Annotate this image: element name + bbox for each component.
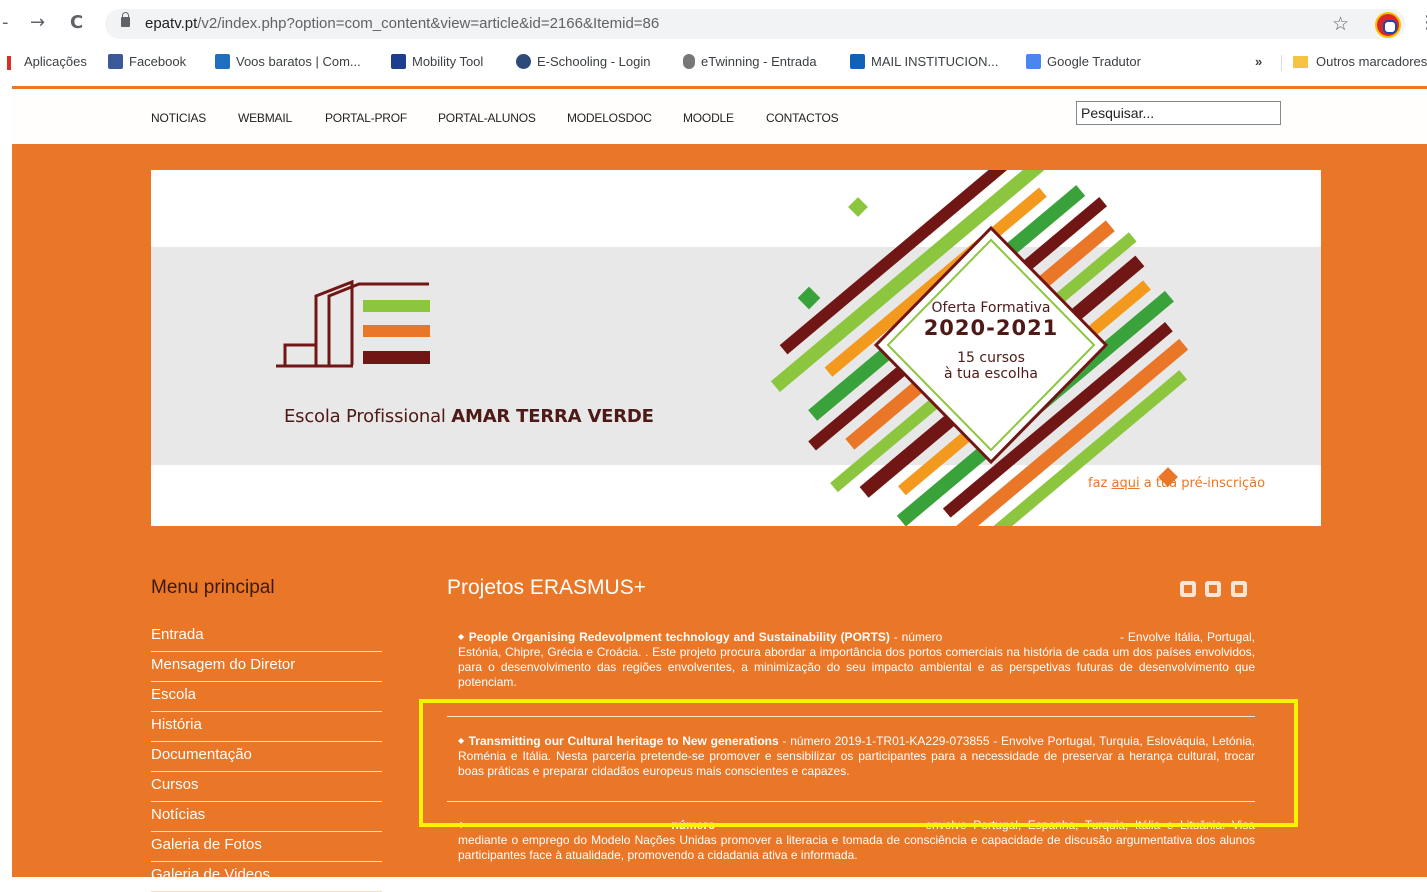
nav-moodle[interactable]: MOODLE [683, 111, 734, 125]
nav-webmail[interactable]: WEBMAIL [238, 111, 292, 125]
bookmark-translate[interactable]: Google Tradutor [1026, 54, 1141, 69]
back-button[interactable]: - [2, 12, 9, 33]
sidebar-title: Menu principal [151, 577, 275, 598]
forward-button[interactable]: → [30, 12, 45, 33]
facebook-icon [108, 54, 123, 69]
nav-noticias[interactable]: NOTICIAS [151, 111, 206, 125]
etwinning-icon [683, 54, 695, 69]
folder-icon [1293, 56, 1308, 68]
lock-icon [121, 12, 130, 27]
banner[interactable]: Escola Profissional AMAR TERRA VERDE Ofe… [151, 170, 1321, 526]
browser-menu-icon[interactable]: ⋮ [1418, 12, 1427, 33]
reload-button[interactable]: C [70, 12, 83, 33]
print-icon[interactable] [1205, 581, 1222, 597]
school-icon [516, 54, 531, 69]
email-icon[interactable] [1230, 581, 1247, 597]
nav-modelosdoc[interactable]: MODELOSDOC [567, 111, 652, 125]
school-name: Escola Profissional AMAR TERRA VERDE [284, 406, 654, 427]
bookmark-etwinning[interactable]: eTwinning - Entrada [683, 54, 817, 69]
sidebar-item-historia[interactable]: História [151, 712, 382, 742]
preinscription-link[interactable]: faz aqui a tua pré-inscrição [1088, 476, 1265, 491]
offer-text: Oferta Formativa 2020-2021 15 cursos à t… [923, 300, 1059, 382]
bookmarks-bar: Aplicações Facebook Voos baratos | Com..… [0, 50, 1427, 76]
bookmark-apps[interactable]: Aplicações [24, 54, 87, 69]
bookmark-eschooling[interactable]: E-Schooling - Login [516, 54, 650, 69]
bookmark-other[interactable]: Outros marcadores [1293, 54, 1427, 69]
bookmark-star-icon[interactable]: ☆ [1332, 13, 1349, 35]
apps-icon [7, 56, 11, 70]
banner-graphic [276, 170, 1189, 526]
nav-contactos[interactable]: CONTACTOS [766, 111, 839, 125]
article-tools [1180, 581, 1252, 602]
bookmark-mobility[interactable]: Mobility Tool [391, 54, 483, 69]
plane-icon [215, 54, 230, 69]
school-logo [276, 279, 430, 368]
profile-avatar[interactable] [1375, 12, 1401, 38]
url-text[interactable]: epatv.pt/v2/index.php?option=com_content… [145, 15, 659, 32]
bookmark-mail[interactable]: MAIL INSTITUCION... [850, 54, 998, 69]
search-input[interactable]: Pesquisar... [1076, 101, 1281, 125]
address-bar[interactable]: epatv.pt/v2/index.php?option=com_content… [105, 9, 1405, 39]
bookmark-facebook[interactable]: Facebook [108, 54, 186, 69]
bookmarks-separator [1281, 55, 1282, 71]
nav-portal-alunos[interactable]: PORTAL-ALUNOS [438, 111, 536, 125]
sidebar-item-cursos[interactable]: Cursos [151, 772, 382, 802]
sidebar-item-documentacao[interactable]: Documentação [151, 742, 382, 772]
eu-flag-icon [391, 54, 406, 69]
translate-icon [1026, 54, 1041, 69]
nav-portal-prof[interactable]: PORTAL-PROF [325, 111, 407, 125]
sidebar-item-entrada[interactable]: Entrada [151, 622, 382, 652]
sidebar-menu: Entrada Mensagem do Diretor Escola Histó… [151, 622, 382, 892]
bullet-icon: ◆ [458, 632, 465, 641]
sidebar-item-escola[interactable]: Escola [151, 682, 382, 712]
sidebar-item-noticias[interactable]: Notícias [151, 802, 382, 832]
sidebar-item-mensagem-diretor[interactable]: Mensagem do Diretor [151, 652, 382, 682]
highlight-box [419, 699, 1298, 827]
bookmarks-overflow-button[interactable]: » [1255, 54, 1262, 69]
pdf-icon[interactable] [1180, 581, 1196, 597]
project-ports: ◆ People Organising Redevolpment technolo… [458, 630, 1256, 689]
redacted-number [946, 631, 1116, 641]
sidebar-item-galeria-videos[interactable]: Galeria de Videos [151, 862, 382, 892]
sidebar-item-galeria-fotos[interactable]: Galeria de Fotos [151, 832, 382, 862]
article-title: Projetos ERASMUS+ [447, 576, 646, 599]
outlook-icon [850, 54, 865, 69]
bookmark-voos[interactable]: Voos baratos | Com... [215, 54, 361, 69]
browser-toolbar: - → C epatv.pt/v2/index.php?option=com_c… [0, 0, 1427, 50]
